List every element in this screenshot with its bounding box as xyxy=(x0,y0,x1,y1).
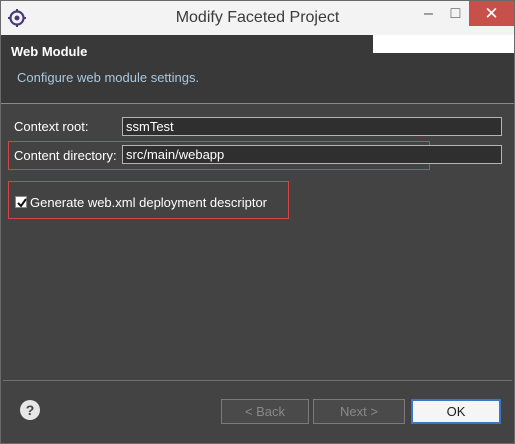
ok-button[interactable]: OK xyxy=(411,399,501,424)
minimize-button[interactable]: – xyxy=(415,1,442,26)
checkmark-icon xyxy=(17,198,27,208)
page-description: Configure web module settings. xyxy=(17,70,200,85)
close-button[interactable]: ✕ xyxy=(469,1,514,26)
maximize-button[interactable]: □ xyxy=(442,1,469,26)
context-root-label: Context root: xyxy=(14,119,89,134)
dialog-window: Modify Faceted Project – □ ✕ Web Module … xyxy=(0,0,515,444)
header-banner-image xyxy=(373,35,514,53)
context-root-input[interactable] xyxy=(122,117,502,136)
generate-descriptor-checkbox[interactable] xyxy=(15,196,27,208)
generate-descriptor-label[interactable]: Generate web.xml deployment descriptor xyxy=(30,195,267,210)
help-icon[interactable]: ? xyxy=(20,400,40,420)
wizard-header: Web Module Configure web module settings… xyxy=(1,35,514,104)
content-directory-label: Content directory: xyxy=(14,148,117,163)
title-bar: Modify Faceted Project – □ ✕ xyxy=(1,1,514,35)
content-directory-input[interactable] xyxy=(122,145,502,164)
next-button[interactable]: Next > xyxy=(313,399,405,424)
footer-divider xyxy=(3,380,512,381)
page-title: Web Module xyxy=(11,44,88,59)
back-button[interactable]: < Back xyxy=(221,399,309,424)
